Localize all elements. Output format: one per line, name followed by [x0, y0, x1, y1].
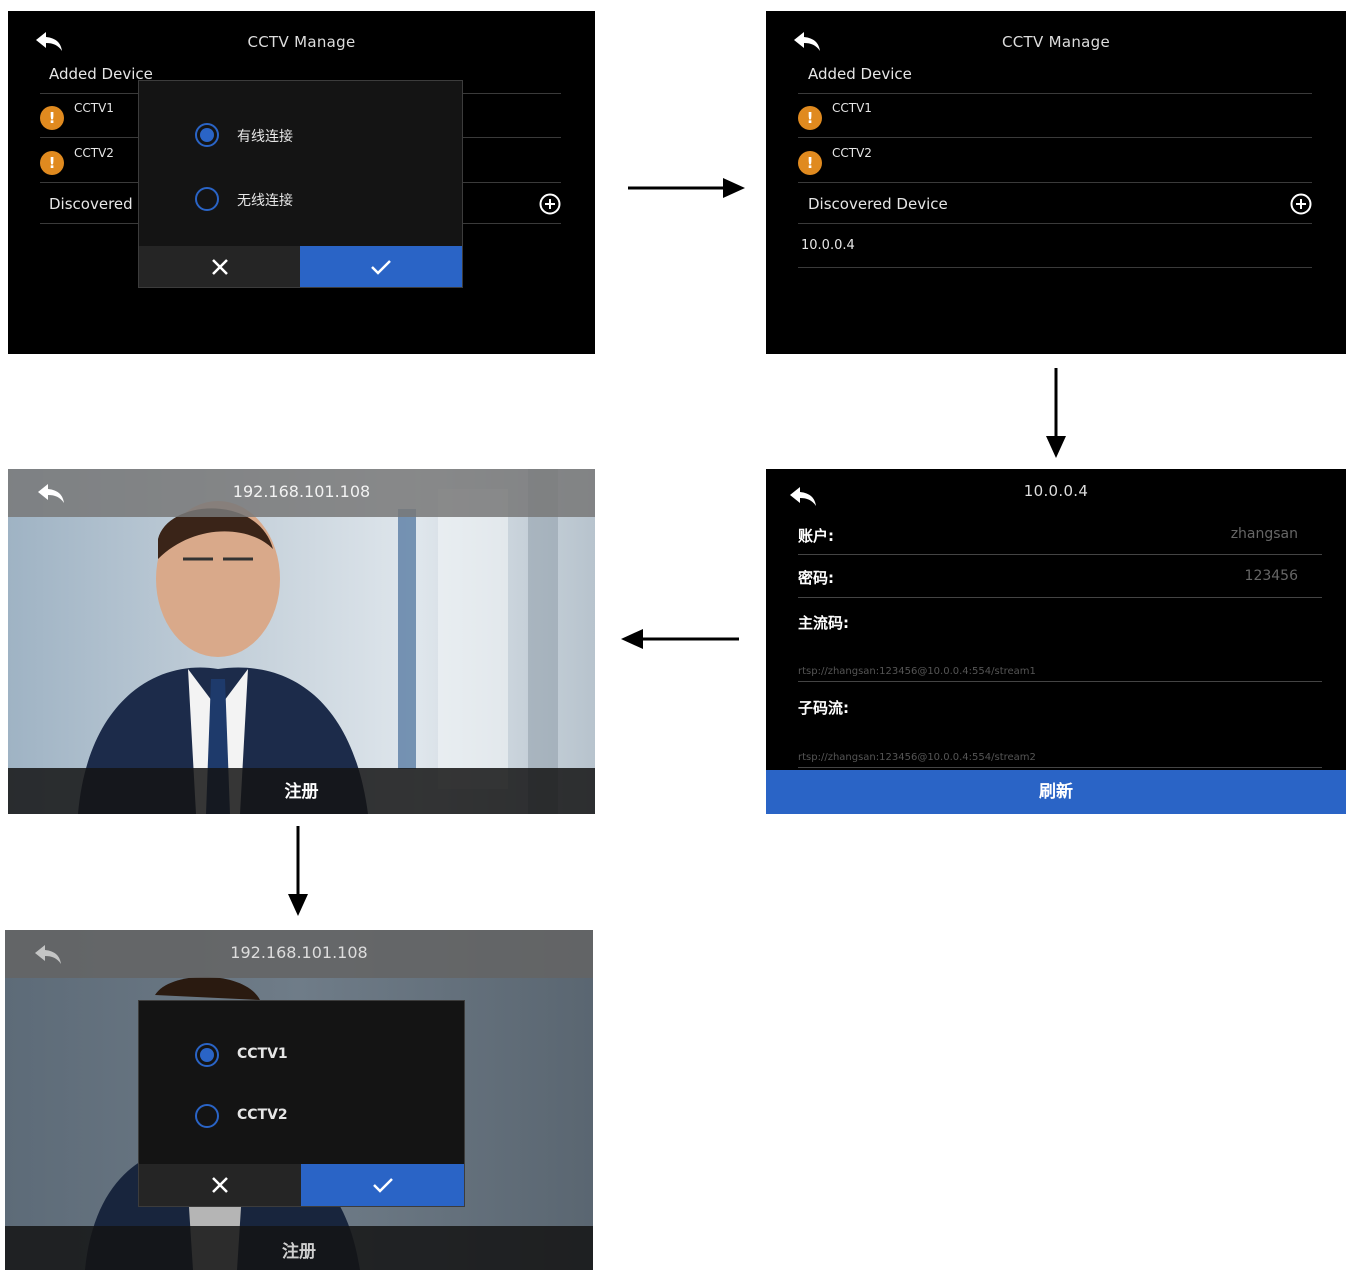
radio-label: 无线连接 — [237, 193, 293, 209]
device-name: CCTV2 — [832, 146, 872, 160]
radio-button[interactable] — [195, 187, 219, 211]
page-title: 10.0.0.4 — [1023, 482, 1089, 500]
flow-arrow-right — [628, 178, 745, 198]
register-button[interactable]: 注册 — [8, 768, 595, 814]
flow-arrow-down — [1046, 368, 1066, 458]
device-name: CCTV1 — [832, 101, 872, 115]
screen-register-dialog: 192.168.101.108 注册 CCTV1 CCTV2 — [5, 930, 593, 1270]
radio-label: CCTV2 — [237, 1107, 288, 1123]
device-name: CCTV1 — [74, 101, 114, 115]
cancel-button[interactable] — [139, 1164, 301, 1206]
discovered-label: Discovered — [49, 195, 133, 213]
account-row[interactable]: 账户: zhangsan — [798, 513, 1322, 555]
live-video-image — [8, 469, 595, 814]
screen-cctv-manage: CCTV Manage Added Device ! CCTV1 ! CCTV2… — [766, 11, 1346, 354]
screen-live-view: 192.168.101.108 注册 — [8, 469, 595, 814]
discovered-header: Discovered Device — [798, 183, 1312, 224]
add-device-icon[interactable] — [539, 193, 561, 215]
radio-button-checked[interactable] — [195, 123, 219, 147]
title-bar: 192.168.101.108 — [8, 469, 595, 517]
connection-type-dialog: 有线连接 无线连接 — [138, 80, 463, 288]
confirm-button[interactable] — [301, 1164, 464, 1206]
account-label: 账户: — [798, 527, 834, 545]
flow-arrow-left — [621, 629, 739, 649]
discovered-label: Discovered Device — [808, 195, 948, 213]
main-stream-label: 主流码: — [798, 614, 849, 632]
check-icon — [371, 259, 391, 275]
check-icon — [372, 1178, 393, 1193]
sub-stream-row[interactable]: 子码流: rtsp://zhangsan:123456@10.0.0.4:554… — [798, 682, 1322, 768]
confirm-button[interactable] — [300, 246, 462, 287]
password-input[interactable]: 123456 — [1245, 568, 1298, 584]
password-label: 密码: — [798, 569, 834, 587]
sub-stream-label: 子码流: — [798, 699, 849, 717]
radio-label: CCTV1 — [237, 1046, 288, 1062]
page-title: CCTV Manage — [247, 33, 356, 51]
discovered-device-ip: 10.0.0.4 — [801, 238, 855, 253]
added-device-header: Added Device — [798, 57, 1312, 94]
flow-arrow-down — [288, 826, 308, 916]
title-bar: 192.168.101.108 — [5, 930, 593, 978]
refresh-button[interactable]: 刷新 — [766, 770, 1346, 814]
close-icon — [212, 1177, 228, 1193]
screen-cctv-manage-dialog: CCTV Manage Added Device ! CCTV1 ! CCTV2… — [8, 11, 595, 354]
warning-icon: ! — [40, 106, 64, 130]
device-row[interactable]: ! CCTV1 — [798, 93, 1312, 138]
screen-device-settings: 10.0.0.4 账户: zhangsan 密码: 123456 主流码: rt… — [766, 469, 1346, 814]
device-name: CCTV2 — [74, 146, 114, 160]
password-row[interactable]: 密码: 123456 — [798, 555, 1322, 598]
close-icon — [211, 258, 228, 275]
page-title: 192.168.101.108 — [230, 943, 368, 962]
page-title: 192.168.101.108 — [232, 482, 371, 501]
discovered-device-row[interactable]: 10.0.0.4 — [798, 223, 1312, 268]
account-input[interactable]: zhangsan — [1231, 526, 1298, 542]
radio-button-checked[interactable] — [195, 1043, 219, 1067]
added-device-label: Added Device — [808, 65, 912, 83]
main-stream-url[interactable]: rtsp://zhangsan:123456@10.0.0.4:554/stre… — [798, 666, 1036, 677]
cancel-button[interactable] — [139, 246, 300, 287]
main-stream-row[interactable]: 主流码: rtsp://zhangsan:123456@10.0.0.4:554… — [798, 598, 1322, 682]
register-button[interactable]: 注册 — [5, 1226, 593, 1270]
warning-icon: ! — [40, 151, 64, 175]
add-device-icon[interactable] — [1290, 193, 1312, 215]
warning-icon: ! — [798, 106, 822, 130]
radio-label: 有线连接 — [237, 129, 293, 145]
cctv-select-dialog: CCTV1 CCTV2 — [138, 1000, 465, 1207]
sub-stream-url[interactable]: rtsp://zhangsan:123456@10.0.0.4:554/stre… — [798, 752, 1036, 763]
device-row[interactable]: ! CCTV2 — [798, 138, 1312, 183]
radio-button[interactable] — [195, 1104, 219, 1128]
warning-icon: ! — [798, 151, 822, 175]
page-title: CCTV Manage — [1001, 33, 1111, 51]
